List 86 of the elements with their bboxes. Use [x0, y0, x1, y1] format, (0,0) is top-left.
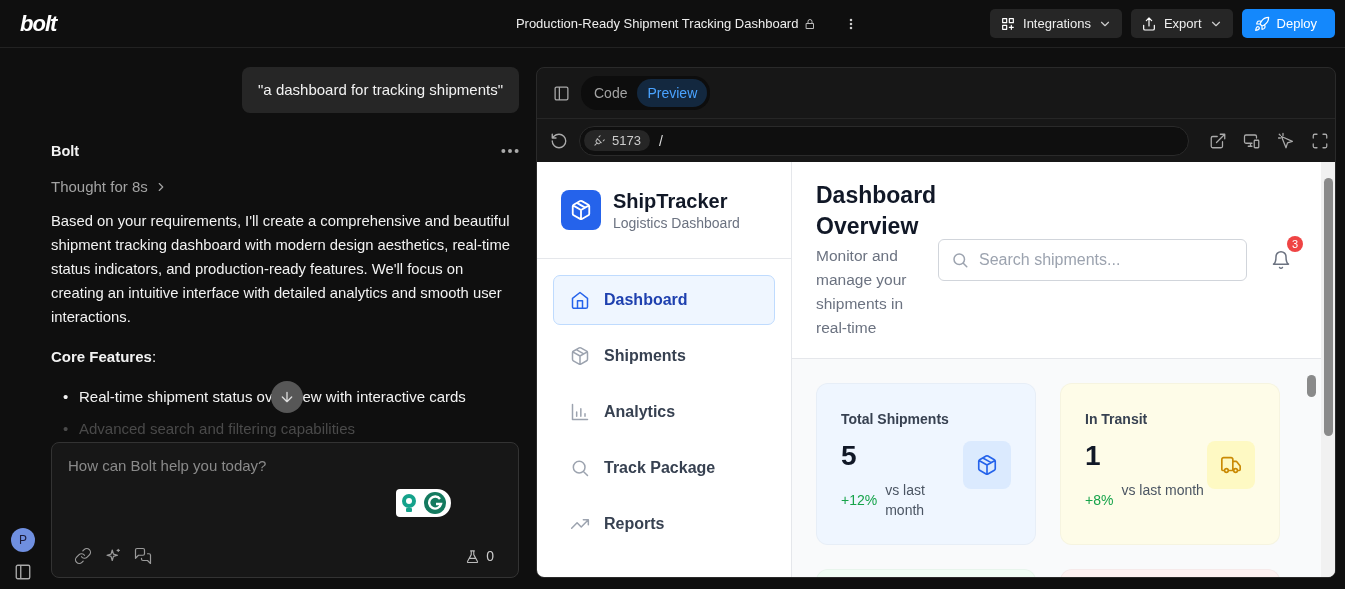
- prompt-field[interactable]: How can Bolt help you today?: [68, 457, 502, 547]
- chat-bubbles-icon: [134, 547, 152, 565]
- user-avatar[interactable]: P: [11, 528, 35, 552]
- nav-item[interactable]: Dashboard: [553, 275, 775, 325]
- search-icon: [951, 251, 969, 269]
- tab[interactable]: Preview: [637, 79, 708, 107]
- feature-bullet: Advanced search and filtering capabilities: [79, 419, 355, 439]
- reload-button[interactable]: [550, 131, 568, 150]
- panel-icon: [14, 563, 32, 581]
- bullet-marker: •: [63, 419, 70, 439]
- assistant-paragraph: Based on your requirements, I'll create a comprehensive and beautiful shipment tracking dashboard with modern design aesthetics, real-time status indicators, and production-ready features. We'll focus on creating an intuitive interface with detailed analytics and smooth user interactions.: [51, 212, 511, 327]
- stat-change: +8%: [1085, 491, 1114, 510]
- lock-icon: [804, 17, 817, 30]
- brand-name: ShipTracker: [613, 188, 729, 214]
- chat-bubbles-button[interactable]: [134, 547, 152, 565]
- flask-icon: [465, 548, 481, 564]
- bar-chart-icon: [570, 402, 590, 422]
- link-button[interactable]: [74, 547, 92, 565]
- port-chip: 5173: [584, 130, 650, 151]
- sidebar-toggle-button[interactable]: [14, 563, 32, 581]
- stat-value: 5: [841, 439, 858, 473]
- search-icon: [570, 458, 590, 478]
- stat-label: In Transit: [1085, 410, 1149, 429]
- more-button[interactable]: [501, 149, 519, 153]
- feature-bullet: Real-time shipment status ov: [79, 387, 273, 407]
- stat-value: 1: [1085, 439, 1102, 473]
- box-icon: [570, 199, 592, 221]
- panel-icon: [553, 84, 570, 102]
- link-icon: [74, 547, 92, 565]
- sidebar-toggle-button[interactable]: [553, 84, 570, 102]
- box-icon: [976, 454, 998, 476]
- url-path: /: [658, 132, 663, 149]
- address-bar[interactable]: 5173 /: [579, 125, 1189, 156]
- rocket-icon: [1253, 15, 1270, 32]
- external-link-icon: [1209, 131, 1227, 150]
- search-input[interactable]: Search shipments...: [979, 251, 1234, 269]
- pointer-icon: [1277, 131, 1295, 150]
- stat-change-note: vs last month: [1121, 481, 1204, 500]
- open-tab-button[interactable]: [1209, 131, 1227, 150]
- plug-icon: [592, 133, 606, 148]
- stat-change: +12%: [841, 491, 878, 510]
- home-icon: [570, 290, 590, 310]
- scroll-down-button[interactable]: [271, 381, 304, 413]
- deploy-button[interactable]: Deploy: [1241, 9, 1335, 38]
- refresh-icon: [550, 131, 568, 150]
- notification-badge: 3: [1287, 236, 1303, 252]
- search-field[interactable]: Search shipments...: [938, 239, 1247, 281]
- app-logo[interactable]: bolt: [20, 10, 57, 37]
- nav-item[interactable]: Track Package: [553, 443, 775, 493]
- lightbulb-icon: [400, 493, 419, 513]
- brand-subtitle: Logistics Dashboard: [613, 213, 740, 232]
- page-title: Dashboard Overview: [816, 181, 934, 241]
- devices-icon: [1243, 131, 1261, 150]
- inspect-button[interactable]: [1277, 131, 1295, 150]
- prompt-box[interactable]: How can Bolt help you today? 0: [51, 442, 519, 578]
- app-logo[interactable]: [561, 190, 601, 230]
- bullet-marker: •: [63, 387, 70, 407]
- integrations-button[interactable]: Integrations: [990, 9, 1122, 38]
- page-description: Monitor and manage your shipments in real-time: [816, 246, 908, 338]
- nav-item[interactable]: Analytics: [553, 387, 775, 437]
- device-button[interactable]: [1243, 131, 1261, 150]
- extension-badge[interactable]: [396, 489, 451, 517]
- bell-icon: [1271, 250, 1291, 270]
- nav-item[interactable]: Reports: [553, 499, 775, 549]
- circle-g-icon: [422, 491, 447, 515]
- counter: 0: [486, 548, 494, 564]
- tab[interactable]: Code: [584, 79, 638, 107]
- stat-label: Total Shipments: [841, 410, 950, 429]
- user-message: "a dashboard for tracking shipments": [242, 67, 519, 113]
- grid-icon: [1000, 15, 1016, 32]
- nav-item[interactable]: Shipments: [553, 331, 775, 381]
- fullscreen-button[interactable]: [1311, 131, 1329, 150]
- truck-icon: [1220, 454, 1242, 476]
- box-icon: [570, 346, 590, 366]
- fullscreen-icon: [1311, 131, 1329, 150]
- upload-icon: [1140, 15, 1157, 32]
- scrollbar[interactable]: [1321, 162, 1335, 577]
- section-heading: Core Features:: [51, 347, 158, 367]
- ellipsis-icon: [501, 149, 519, 153]
- project-title: Production-Ready Shipment Tracking Dashboard: [515, 16, 799, 31]
- notifications-button[interactable]: 3: [1271, 236, 1303, 270]
- assistant-name: Bolt: [51, 143, 80, 159]
- stat-change-note: vs last month: [885, 481, 926, 520]
- thought-toggle[interactable]: Thought for 8s: [51, 178, 168, 195]
- feature-bullet: ew with interactive cards: [302, 387, 466, 407]
- export-button[interactable]: Export: [1130, 9, 1233, 38]
